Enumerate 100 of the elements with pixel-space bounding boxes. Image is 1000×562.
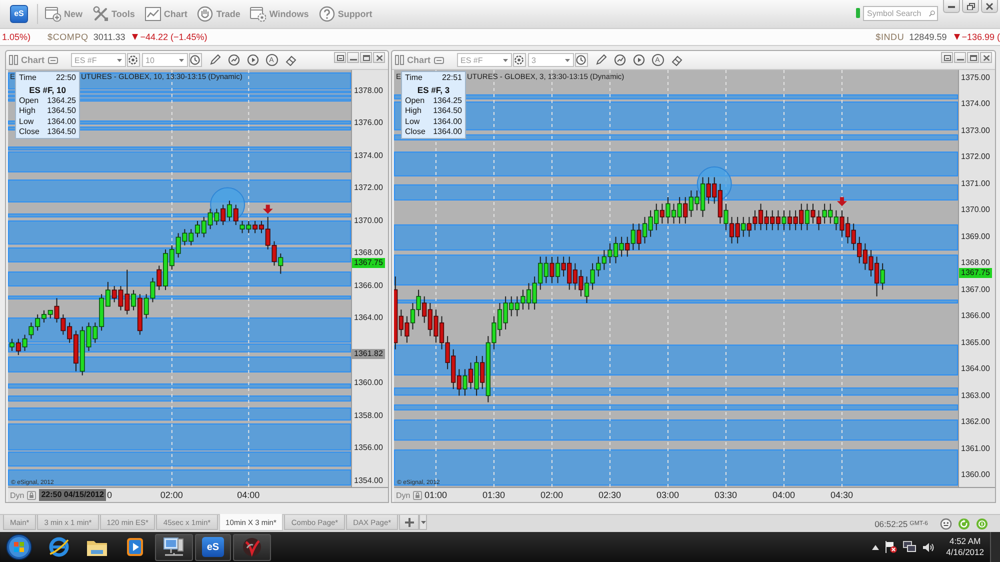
trade-button[interactable]: Trade <box>197 6 240 22</box>
quote-change: −136.99 ( <box>962 32 1000 42</box>
taskbar-clock[interactable]: 4:52 AM 4/16/2012 <box>946 536 984 558</box>
scale-mode-label[interactable]: Dyn <box>396 490 410 500</box>
close-button[interactable] <box>980 52 992 63</box>
caret-icon <box>116 58 122 62</box>
columns-icon[interactable] <box>9 55 18 65</box>
taskbar-app-button[interactable] <box>155 534 193 560</box>
minimize-button[interactable] <box>347 52 359 63</box>
gauge-icon[interactable] <box>228 54 240 66</box>
cursor-time-tag: 22:50 04/15/2012 <box>39 489 106 501</box>
close-icon <box>982 54 990 60</box>
time-label: 01:30 <box>482 489 505 501</box>
legend-value: 1364.00 <box>47 116 76 127</box>
maximize-button[interactable] <box>360 52 372 63</box>
legend-label: Low <box>19 116 34 127</box>
maximize-icon <box>970 54 976 60</box>
down-arrow-marker <box>262 204 273 214</box>
quote-price: 3011.33 <box>93 32 126 42</box>
flag-warning-icon[interactable] <box>885 541 898 553</box>
window-gear-icon <box>250 6 266 22</box>
price-label: 1354.00 <box>354 476 383 486</box>
play-icon[interactable] <box>246 54 259 66</box>
legend-label: High <box>405 106 422 116</box>
panel-title: Chart <box>21 55 45 65</box>
up-caret-icon[interactable] <box>872 544 880 550</box>
price-label: 1371.00 <box>961 178 990 189</box>
price-label: 1356.00 <box>354 443 383 454</box>
price-label: 1362.00 <box>961 417 990 428</box>
eraser-icon[interactable] <box>284 54 297 66</box>
price-label: 1378.00 <box>354 86 383 96</box>
time-label: 04:30 <box>830 489 854 501</box>
cursor-price-tag: 1361.82 <box>352 348 385 359</box>
support-button[interactable]: Support <box>318 6 372 22</box>
time-label: 02:30 <box>598 489 621 501</box>
price-label: 1365.00 <box>961 338 990 348</box>
price-label: 1366.00 <box>961 311 990 322</box>
add-tab-button[interactable] <box>399 515 420 530</box>
minimize-button[interactable] <box>943 0 960 13</box>
chart-button[interactable]: Chart <box>144 6 188 22</box>
legend-value: 1364.00 <box>433 116 462 127</box>
legend-label: Close <box>405 127 426 138</box>
symbol-settings-button[interactable] <box>126 53 140 67</box>
new-button[interactable]: New <box>45 6 83 22</box>
pencil-icon[interactable] <box>208 54 221 66</box>
close-icon <box>376 54 382 60</box>
symbol-dropdown[interactable]: ES #F <box>456 53 512 67</box>
app-logo[interactable]: eS <box>10 5 28 23</box>
close-button[interactable] <box>981 0 998 13</box>
price-label: 1367.00 <box>961 284 990 295</box>
search-field[interactable]: Symbol Search <box>863 6 938 21</box>
pencil-icon[interactable] <box>594 54 607 66</box>
interval-settings-button[interactable] <box>574 53 588 67</box>
columns-icon[interactable] <box>395 55 404 65</box>
windows-button[interactable]: Windows <box>250 6 309 22</box>
lock-icon[interactable] <box>413 490 422 500</box>
scale-mode-label[interactable]: Dyn <box>10 490 24 500</box>
globe-ring-icon[interactable] <box>47 536 71 558</box>
legend-value: 1364.25 <box>433 96 462 106</box>
tools-icon <box>92 6 109 22</box>
speaker-icon[interactable] <box>922 542 934 552</box>
time-label: 03:00 <box>656 489 679 501</box>
network-icon[interactable] <box>903 541 916 553</box>
tools-button[interactable]: Tools <box>92 6 135 22</box>
quote-symbol: $COMPQ <box>48 32 88 42</box>
close-button[interactable] <box>373 52 385 63</box>
eraser-icon[interactable] <box>670 54 683 66</box>
start-orb-icon[interactable] <box>6 534 32 560</box>
taskbar-app-button[interactable]: eS <box>195 534 231 560</box>
restore-button[interactable] <box>334 52 346 63</box>
price-label: 1364.00 <box>354 313 383 324</box>
clock-icon <box>190 55 200 65</box>
time-label: 02:00 <box>540 489 563 501</box>
maximize-button[interactable] <box>967 52 979 63</box>
maximize-icon <box>362 54 370 60</box>
face-icon[interactable] <box>940 518 952 530</box>
time-label: 01:00 <box>424 489 447 501</box>
gauge-icon[interactable] <box>614 54 626 66</box>
minimize-button[interactable] <box>954 52 966 63</box>
interval-dropdown[interactable]: 3 <box>528 53 574 67</box>
lock-icon[interactable] <box>27 490 36 500</box>
tab-menu-button[interactable] <box>419 515 428 530</box>
time-label: 04:00 <box>772 489 795 501</box>
symbol-settings-button[interactable] <box>512 53 526 67</box>
symbol-dropdown[interactable]: ES #F <box>70 53 126 67</box>
restore-button[interactable] <box>962 0 979 13</box>
interval-dropdown[interactable]: 10 <box>142 53 188 67</box>
app-logo: eS <box>202 537 224 557</box>
price-label: 1370.00 <box>354 216 383 226</box>
line-chart-icon <box>144 6 161 22</box>
play-icon[interactable] <box>632 54 645 66</box>
quote-change: 1.05%) <box>2 32 31 42</box>
price-label: 1368.00 <box>961 258 990 268</box>
price-label: 1372.00 <box>961 152 990 162</box>
interval-settings-button[interactable] <box>188 53 202 67</box>
restore-button[interactable] <box>941 52 953 63</box>
quote-symbol: $INDU <box>876 32 904 42</box>
caret-icon <box>502 58 508 62</box>
price-label: 1375.00 <box>961 72 990 83</box>
price-label: 1361.00 <box>961 444 990 454</box>
